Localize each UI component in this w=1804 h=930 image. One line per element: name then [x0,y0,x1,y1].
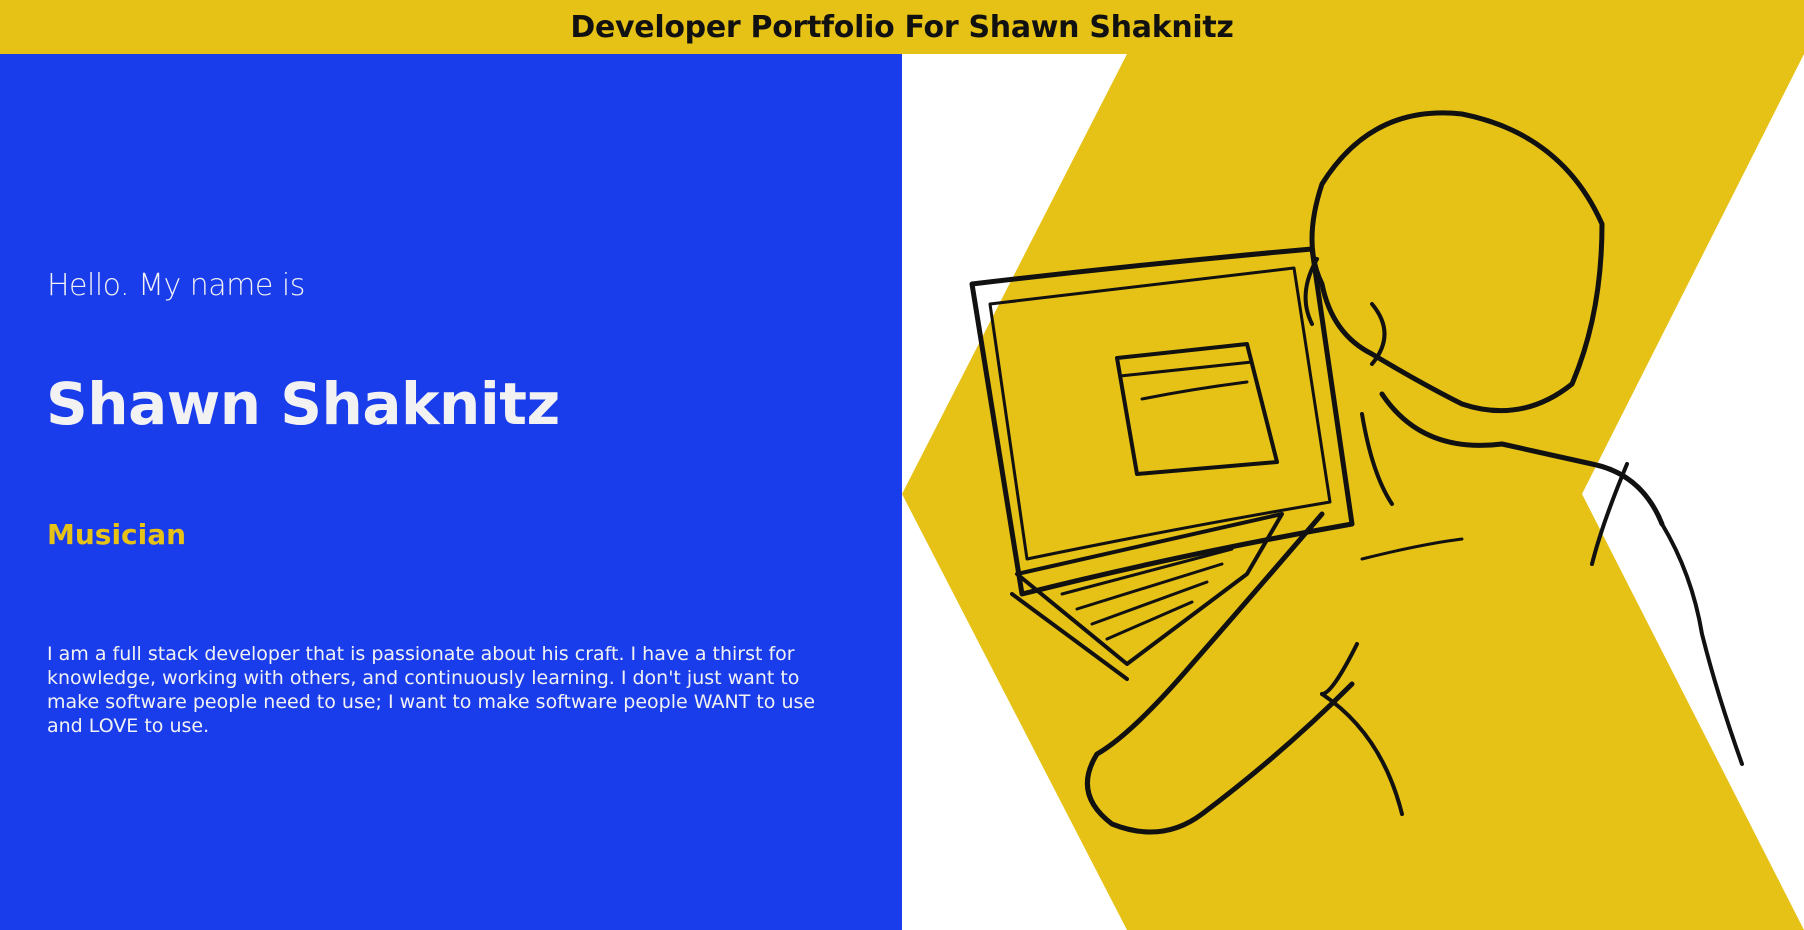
hero-panel: Hello. My name is Shawn Shaknitz Musicia… [0,54,902,930]
developer-at-laptop-illustration [902,54,1804,930]
hero-name: Shawn Shaknitz [46,370,560,438]
chevron-shape [902,54,1804,930]
site-header: Developer Portfolio For Shawn Shaknitz [0,0,1804,54]
page-title: Developer Portfolio For Shawn Shaknitz [570,9,1234,45]
illustration-panel [902,54,1804,930]
hero-greeting: Hello. My name is [47,268,305,303]
hero-role: Musician [47,518,187,551]
hero-bio: I am a full stack developer that is pass… [47,643,816,737]
